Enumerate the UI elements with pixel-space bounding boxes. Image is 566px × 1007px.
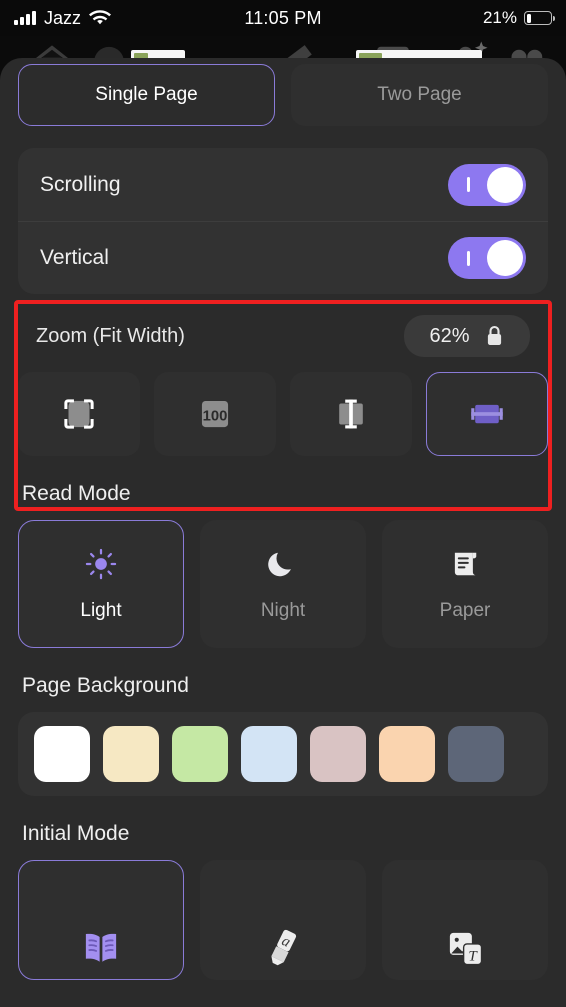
zoom-mode-buttons: 100 bbox=[18, 372, 548, 456]
lock-icon bbox=[487, 325, 501, 345]
moon-icon bbox=[268, 552, 291, 577]
signal-bars-icon bbox=[14, 11, 36, 25]
settings-sheet: Single Page Two Page Scrolling Vertical bbox=[0, 58, 566, 1007]
scrolling-row: Scrolling bbox=[18, 148, 548, 221]
read-mode-paper-label: Paper bbox=[439, 600, 491, 621]
status-bar-right: 21% bbox=[482, 8, 555, 28]
initial-mode-annotate[interactable]: a bbox=[200, 860, 366, 980]
vertical-toggle[interactable] bbox=[448, 237, 526, 279]
page-layout-segmented-control: Single Page Two Page bbox=[18, 58, 548, 126]
wifi-icon bbox=[89, 10, 112, 25]
read-mode-options: Light Night Paper bbox=[18, 520, 548, 648]
sun-icon bbox=[85, 548, 117, 580]
swatch-light-blue[interactable] bbox=[241, 726, 297, 782]
battery-percent-label: 21% bbox=[482, 8, 517, 27]
page-background-title: Page Background bbox=[22, 674, 189, 697]
read-mode-paper[interactable]: Paper bbox=[382, 520, 548, 648]
actual-size-label: 100 bbox=[203, 409, 228, 425]
initial-mode-title: Initial Mode bbox=[22, 822, 130, 845]
vertical-row: Vertical bbox=[18, 221, 548, 294]
zoom-section: Zoom (Fit Width) 62% 100 bbox=[14, 300, 552, 511]
read-mode-night[interactable]: Night bbox=[200, 520, 366, 648]
zoom-header: Zoom (Fit Width) 62% bbox=[18, 314, 548, 358]
fit-height-icon bbox=[339, 399, 363, 429]
read-mode-light-label: Light bbox=[80, 600, 122, 621]
scrolling-toggle[interactable] bbox=[448, 163, 526, 206]
zoom-mode-fit-page[interactable] bbox=[18, 372, 140, 456]
carrier-label: Jazz bbox=[44, 7, 82, 28]
swatch-dusty-pink[interactable] bbox=[310, 726, 366, 782]
zoom-mode-fit-width[interactable] bbox=[426, 372, 548, 456]
image-text-icon: T bbox=[449, 932, 483, 966]
scrolling-label: Scrolling bbox=[40, 172, 121, 196]
scroll-icon bbox=[454, 552, 477, 576]
zoom-mode-fit-height[interactable] bbox=[290, 372, 412, 456]
page-layout-single-page[interactable]: Single Page bbox=[18, 64, 275, 126]
zoom-value-pill[interactable]: 62% bbox=[404, 315, 530, 357]
initial-mode-options: a T bbox=[18, 860, 548, 980]
zoom-mode-actual-size[interactable]: 100 bbox=[154, 372, 276, 456]
swatch-cream[interactable] bbox=[103, 726, 159, 782]
swatch-white[interactable] bbox=[34, 726, 90, 782]
initial-mode-media-text[interactable]: T bbox=[382, 860, 548, 980]
page-layout-two-page-label: Two Page bbox=[377, 84, 462, 105]
swatch-slate[interactable] bbox=[448, 726, 504, 782]
highlighter-pen-icon: a bbox=[271, 929, 297, 966]
fit-width-icon bbox=[471, 404, 503, 424]
swatch-peach[interactable] bbox=[379, 726, 435, 782]
status-bar-left: Jazz bbox=[0, 7, 112, 29]
read-mode-light[interactable]: Light bbox=[18, 520, 184, 648]
open-book-icon bbox=[85, 933, 117, 962]
status-bar: Jazz 11:05 PM 21% bbox=[0, 0, 566, 36]
toggles-card: Scrolling Vertical bbox=[18, 148, 548, 294]
zoom-value-label: 62% bbox=[429, 324, 470, 347]
zoom-title: Zoom (Fit Width) bbox=[36, 324, 185, 347]
initial-mode-read[interactable] bbox=[18, 860, 184, 980]
page-layout-single-page-label: Single Page bbox=[95, 84, 198, 105]
swatch-light-green[interactable] bbox=[172, 726, 228, 782]
battery-icon bbox=[524, 11, 555, 25]
read-mode-night-label: Night bbox=[260, 600, 306, 621]
page-layout-two-page[interactable]: Two Page bbox=[291, 64, 548, 126]
actual-size-100-icon: 100 bbox=[201, 400, 229, 428]
vertical-label: Vertical bbox=[40, 246, 109, 269]
fit-page-icon bbox=[64, 399, 94, 429]
page-background-swatches bbox=[18, 712, 548, 796]
read-mode-title: Read Mode bbox=[22, 482, 131, 505]
app-screen: Jazz 11:05 PM 21% Single Page Two Page S… bbox=[0, 0, 566, 1007]
